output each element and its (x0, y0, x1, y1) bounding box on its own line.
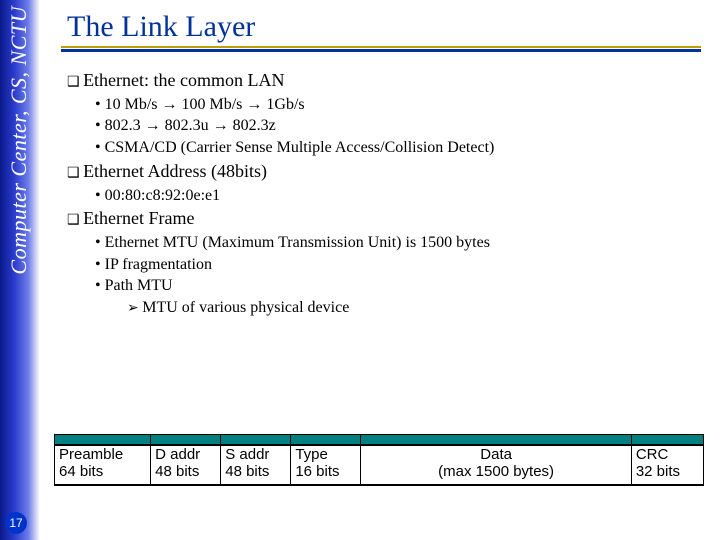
frame-field-saddr: S addr 48 bits (221, 446, 291, 485)
title-underline (61, 46, 701, 52)
bullet-item: 10 Mb/s → 100 Mb/s → 1Gb/s (95, 94, 705, 116)
bullet-item: 00:80:c8:92:0e:e1 (95, 185, 705, 207)
frame-field-data: Data (max 1500 bytes) (361, 446, 631, 485)
bullet-item: CSMA/CD (Carrier Sense Multiple Access/C… (95, 137, 705, 159)
sidebar-gradient: Computer Center, CS, NCTU (0, 0, 40, 540)
frame-field-preamble: Preamble 64 bits (55, 446, 151, 485)
frame-field-type: Type 16 bits (291, 446, 361, 485)
page-title: The Link Layer (67, 10, 705, 44)
bullet-item: Path MTU (95, 275, 705, 297)
frame-field-daddr: D addr 48 bits (151, 446, 221, 485)
page-number: 17 (9, 516, 22, 530)
frame-field-labels: Preamble 64 bits D addr 48 bits S addr 4… (54, 445, 704, 485)
section-heading: Ethernet Frame (67, 206, 705, 231)
sidebar-org-label: Computer Center, CS, NCTU (6, 6, 32, 275)
bullet-item: 802.3 → 802.3u → 802.3z (95, 115, 705, 137)
body-text: Ethernet: the common LAN 10 Mb/s → 100 M… (67, 68, 705, 319)
ethernet-frame-diagram: Preamble 64 bits D addr 48 bits S addr 4… (54, 434, 704, 486)
sub-bullet-item: MTU of various physical device (127, 297, 705, 319)
section-heading: Ethernet Address (48bits) (67, 159, 705, 184)
bullet-item: IP fragmentation (95, 254, 705, 276)
slide-content: The Link Layer Ethernet: the common LAN … (55, 0, 705, 319)
page-number-badge: 17 (5, 512, 27, 534)
frame-field-crc: CRC 32 bits (631, 446, 703, 485)
section-heading: Ethernet: the common LAN (67, 68, 705, 93)
bullet-item: Ethernet MTU (Maximum Transmission Unit)… (95, 232, 705, 254)
